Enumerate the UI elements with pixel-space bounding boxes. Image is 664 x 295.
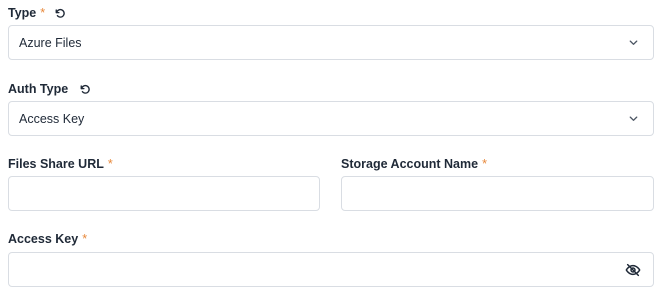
type-reset-icon[interactable] [53, 7, 66, 20]
type-label-row: Type * [8, 5, 66, 21]
chevron-down-icon [627, 113, 639, 125]
type-select[interactable]: Azure Files [8, 25, 654, 60]
files-share-url-field [8, 176, 320, 211]
auth-type-select-value: Access Key [19, 111, 85, 126]
auth-type-reset-icon[interactable] [78, 83, 91, 96]
access-key-label-row: Access Key * [8, 231, 87, 247]
storage-account-name-label: Storage Account Name [341, 157, 479, 171]
access-key-required-mark: * [82, 232, 88, 246]
storage-account-name-required-mark: * [482, 157, 487, 171]
access-key-label: Access Key [8, 232, 79, 246]
storage-account-name-input[interactable] [342, 177, 653, 210]
access-key-field [8, 252, 654, 287]
type-select-value: Azure Files [19, 35, 82, 50]
type-label: Type [8, 6, 37, 20]
auth-type-label: Auth Type [8, 82, 69, 96]
type-required-mark: * [40, 6, 46, 20]
access-key-input[interactable] [9, 253, 624, 286]
eye-off-icon[interactable] [624, 261, 642, 279]
auth-type-select[interactable]: Access Key [8, 101, 654, 136]
chevron-down-icon [627, 37, 639, 49]
files-share-url-required-mark: * [107, 157, 113, 171]
storage-account-name-label-row: Storage Account Name * [341, 156, 487, 172]
files-share-url-input[interactable] [9, 177, 319, 210]
auth-type-label-row: Auth Type [8, 81, 91, 97]
files-share-url-label: Files Share URL [8, 157, 104, 171]
storage-account-name-field [341, 176, 654, 211]
files-share-url-label-row: Files Share URL * [8, 156, 113, 172]
